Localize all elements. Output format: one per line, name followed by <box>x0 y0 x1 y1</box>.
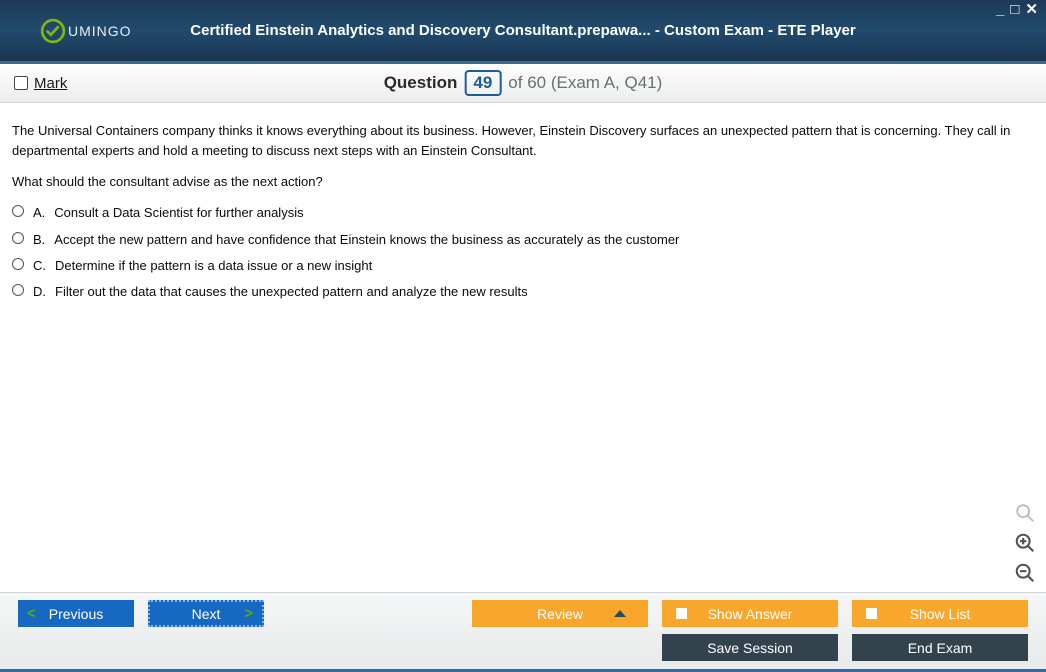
question-indicator: Question 49 of 60 (Exam A, Q41) <box>384 70 663 96</box>
question-number: 49 <box>464 70 501 96</box>
question-total: of 60 (Exam A, Q41) <box>508 73 662 93</box>
square-icon <box>866 608 877 619</box>
show-list-label: Show List <box>910 606 971 622</box>
close-icon[interactable]: ✕ <box>1025 3 1038 17</box>
window-controls: _ □ ✕ <box>996 3 1038 17</box>
choice-letter: A. <box>33 203 45 223</box>
question-prompt: What should the consultant advise as the… <box>12 172 1034 192</box>
mark-checkbox-wrap[interactable]: Mark <box>14 75 67 92</box>
choice-text: Accept the new pattern and have confiden… <box>54 230 679 250</box>
choice-letter: D. <box>33 282 46 302</box>
review-label: Review <box>537 606 583 622</box>
window-title: Certified Einstein Analytics and Discove… <box>190 22 855 39</box>
choices-list: A. Consult a Data Scientist for further … <box>12 203 1034 302</box>
choice-text: Consult a Data Scientist for further ana… <box>54 203 303 223</box>
footer-row-2: Save Session End Exam <box>18 634 1028 661</box>
radio-icon[interactable] <box>12 258 24 270</box>
show-answer-button[interactable]: Show Answer <box>662 600 838 627</box>
show-list-button[interactable]: Show List <box>852 600 1028 627</box>
choice-a[interactable]: A. Consult a Data Scientist for further … <box>12 203 1034 223</box>
mark-label[interactable]: Mark <box>34 75 67 92</box>
titlebar: UMINGO Certified Einstein Analytics and … <box>0 0 1046 64</box>
previous-label: Previous <box>49 606 103 622</box>
end-exam-label: End Exam <box>908 640 973 656</box>
choice-text: Determine if the pattern is a data issue… <box>55 256 372 276</box>
choice-letter: C. <box>33 256 46 276</box>
show-answer-label: Show Answer <box>708 606 793 622</box>
radio-icon[interactable] <box>12 284 24 296</box>
previous-button[interactable]: < Previous <box>18 600 134 627</box>
choice-text: Filter out the data that causes the unex… <box>55 282 528 302</box>
question-stem: The Universal Containers company thinks … <box>12 121 1034 161</box>
brand-text: UMINGO <box>68 23 132 39</box>
minimize-icon[interactable]: _ <box>996 3 1004 17</box>
choice-c[interactable]: C. Determine if the pattern is a data is… <box>12 256 1034 276</box>
choice-d[interactable]: D. Filter out the data that causes the u… <box>12 282 1034 302</box>
radio-icon[interactable] <box>12 232 24 244</box>
review-button[interactable]: Review <box>472 600 648 627</box>
content-area: The Universal Containers company thinks … <box>0 103 1046 592</box>
zoom-tools <box>1014 502 1036 584</box>
end-exam-button[interactable]: End Exam <box>852 634 1028 661</box>
app-logo: UMINGO <box>40 18 132 44</box>
maximize-icon[interactable]: □ <box>1010 3 1019 17</box>
footer-row-1: < Previous Next > Review Show Answer Sho… <box>18 600 1028 627</box>
choice-b[interactable]: B. Accept the new pattern and have confi… <box>12 230 1034 250</box>
save-session-button[interactable]: Save Session <box>662 634 838 661</box>
square-icon <box>676 608 687 619</box>
search-icon[interactable] <box>1014 502 1036 524</box>
radio-icon[interactable] <box>12 205 24 217</box>
nav-group: < Previous Next > <box>18 600 264 627</box>
chevron-right-icon: > <box>244 605 253 622</box>
footer: < Previous Next > Review Show Answer Sho… <box>0 592 1046 672</box>
action-group: Review Show Answer Show List <box>472 600 1028 627</box>
save-session-label: Save Session <box>707 640 793 656</box>
question-bar: Mark Question 49 of 60 (Exam A, Q41) <box>0 64 1046 103</box>
triangle-up-icon <box>614 610 626 617</box>
next-label: Next <box>192 606 221 622</box>
zoom-out-icon[interactable] <box>1014 562 1036 584</box>
choice-letter: B. <box>33 230 45 250</box>
chevron-left-icon: < <box>27 605 36 622</box>
check-circle-icon <box>40 18 66 44</box>
question-word: Question <box>384 73 458 93</box>
next-button[interactable]: Next > <box>148 600 264 627</box>
zoom-in-icon[interactable] <box>1014 532 1036 554</box>
mark-checkbox[interactable] <box>14 76 28 90</box>
